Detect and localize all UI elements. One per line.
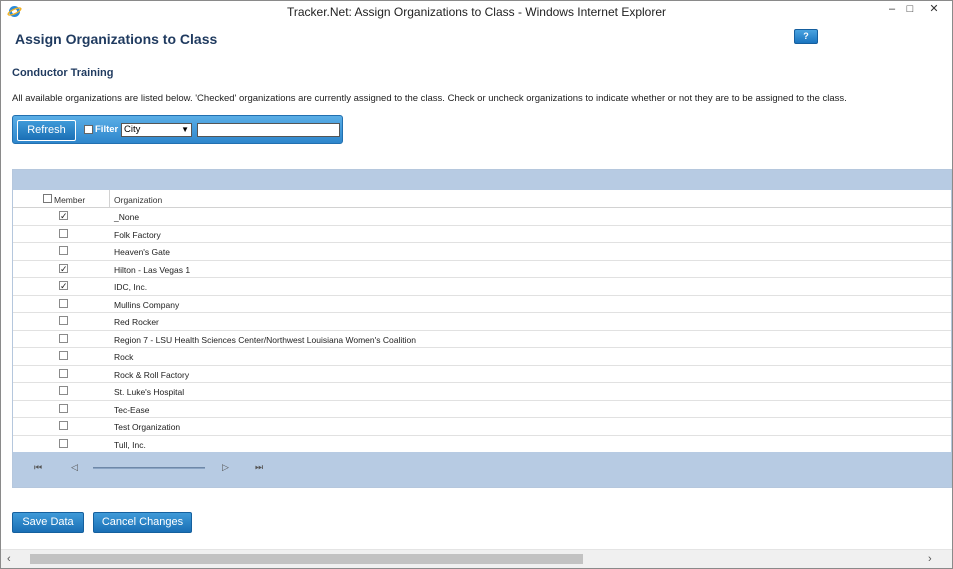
organization-column-header[interactable]: Organization (114, 195, 162, 205)
table-row[interactable]: Mullins Company (13, 296, 951, 313)
member-checkbox[interactable]: ✓ (59, 263, 68, 273)
organization-name: Region 7 - LSU Health Sciences Center/No… (114, 334, 416, 345)
last-page-icon[interactable]: ⏭ (255, 462, 263, 473)
grid-pager: ⏮ ◁ ▷ ⏭ (13, 452, 951, 487)
scrollbar-thumb[interactable] (30, 554, 583, 564)
organization-name: St. Luke's Hospital (114, 387, 185, 397)
grid-header: Member Organization (13, 190, 951, 208)
member-checkbox[interactable] (59, 403, 68, 413)
member-checkbox[interactable] (59, 368, 68, 378)
filter-toolbar: Refresh Filter City ▼ (12, 115, 343, 144)
member-checkbox[interactable] (59, 246, 68, 255)
page-content: Assign Organizations to Class ? Conducto… (1, 23, 952, 549)
table-row[interactable]: St. Luke's Hospital (13, 383, 951, 401)
table-row[interactable]: ✓ _None (13, 208, 951, 226)
page-title: Assign Organizations to Class (15, 31, 218, 47)
member-column-label: Member (54, 195, 86, 205)
member-checkbox[interactable] (59, 351, 68, 360)
member-checkbox[interactable] (59, 386, 68, 395)
member-column-header: Member (13, 190, 110, 208)
grid-group-band (13, 170, 951, 190)
member-checkbox[interactable] (59, 438, 68, 448)
table-row[interactable]: ✓ IDC, Inc. (13, 278, 951, 296)
table-row[interactable]: Red Rocker (13, 313, 951, 331)
next-page-icon[interactable]: ▷ (222, 462, 229, 473)
organization-name: Folk Factory (114, 229, 161, 240)
table-row[interactable]: Rock (13, 348, 951, 366)
organization-name: Red Rocker (114, 317, 159, 327)
filter-field-select[interactable]: City ▼ (121, 123, 192, 137)
organization-name: Test Organization (114, 422, 181, 432)
table-row[interactable]: Test Organization (13, 418, 951, 436)
organization-name: Tull, Inc. (114, 439, 146, 450)
filter-field-value: City (124, 124, 141, 135)
member-checkbox[interactable]: ✓ (59, 281, 68, 291)
scroll-right-icon[interactable]: › (928, 553, 932, 565)
filter-label: Filter (95, 124, 119, 135)
filter-value-input[interactable] (197, 123, 340, 137)
grid-rows: ✓ _None Folk Factory Heaven's Gate ✓ Hilton -… (13, 208, 951, 453)
table-row[interactable]: Folk Factory (13, 226, 951, 243)
save-data-button[interactable]: Save Data (12, 512, 84, 533)
maximize-button[interactable]: □ (897, 1, 923, 19)
select-all-checkbox[interactable] (43, 194, 52, 203)
previous-page-icon[interactable]: ◁ (71, 462, 78, 473)
organization-name: Mullins Company (114, 299, 180, 310)
organization-name: IDC, Inc. (114, 282, 148, 292)
help-button[interactable]: ? (794, 29, 818, 44)
scroll-left-icon[interactable]: ‹ (7, 553, 11, 565)
organization-name: Rock (114, 352, 134, 362)
browser-window: Tracker.Net: Assign Organizations to Cla… (0, 0, 953, 569)
member-checkbox[interactable]: ✓ (59, 211, 68, 221)
filter-checkbox[interactable] (84, 125, 93, 134)
cancel-changes-button[interactable]: Cancel Changes (93, 512, 192, 533)
table-row[interactable]: Region 7 - LSU Health Sciences Center/No… (13, 331, 951, 348)
organization-name: Tec-Ease (114, 404, 150, 415)
table-row[interactable]: ✓ Hilton - Las Vegas 1 (13, 261, 951, 278)
table-row[interactable]: Heaven's Gate (13, 243, 951, 261)
horizontal-scrollbar[interactable]: ‹ › (1, 549, 952, 568)
table-row[interactable]: Rock & Roll Factory (13, 366, 951, 383)
table-row[interactable]: Tec-Ease (13, 401, 951, 418)
organization-name: Rock & Roll Factory (114, 369, 190, 380)
instructions-text: All available organizations are listed b… (12, 93, 847, 104)
close-button[interactable]: ✕ (921, 1, 947, 19)
organization-name: Heaven's Gate (114, 247, 170, 257)
member-checkbox[interactable] (59, 228, 68, 238)
member-checkbox[interactable] (59, 298, 68, 308)
member-checkbox[interactable] (59, 421, 68, 430)
first-page-icon[interactable]: ⏮ (34, 462, 42, 473)
window-title: Tracker.Net: Assign Organizations to Cla… (286, 5, 667, 19)
organization-name: Hilton - Las Vegas 1 (114, 264, 191, 275)
class-name: Conductor Training (12, 67, 114, 79)
chevron-down-icon: ▼ (181, 125, 189, 134)
title-bar: Tracker.Net: Assign Organizations to Cla… (1, 1, 952, 23)
organizations-grid: Member Organization ✓ _None Folk Factory He… (12, 169, 952, 488)
member-checkbox[interactable] (59, 333, 68, 343)
refresh-button[interactable]: Refresh (17, 120, 76, 141)
organization-name: _None (114, 212, 140, 222)
table-row[interactable]: Tull, Inc. (13, 436, 951, 453)
page-slider[interactable] (93, 467, 205, 469)
member-checkbox[interactable] (59, 316, 68, 325)
